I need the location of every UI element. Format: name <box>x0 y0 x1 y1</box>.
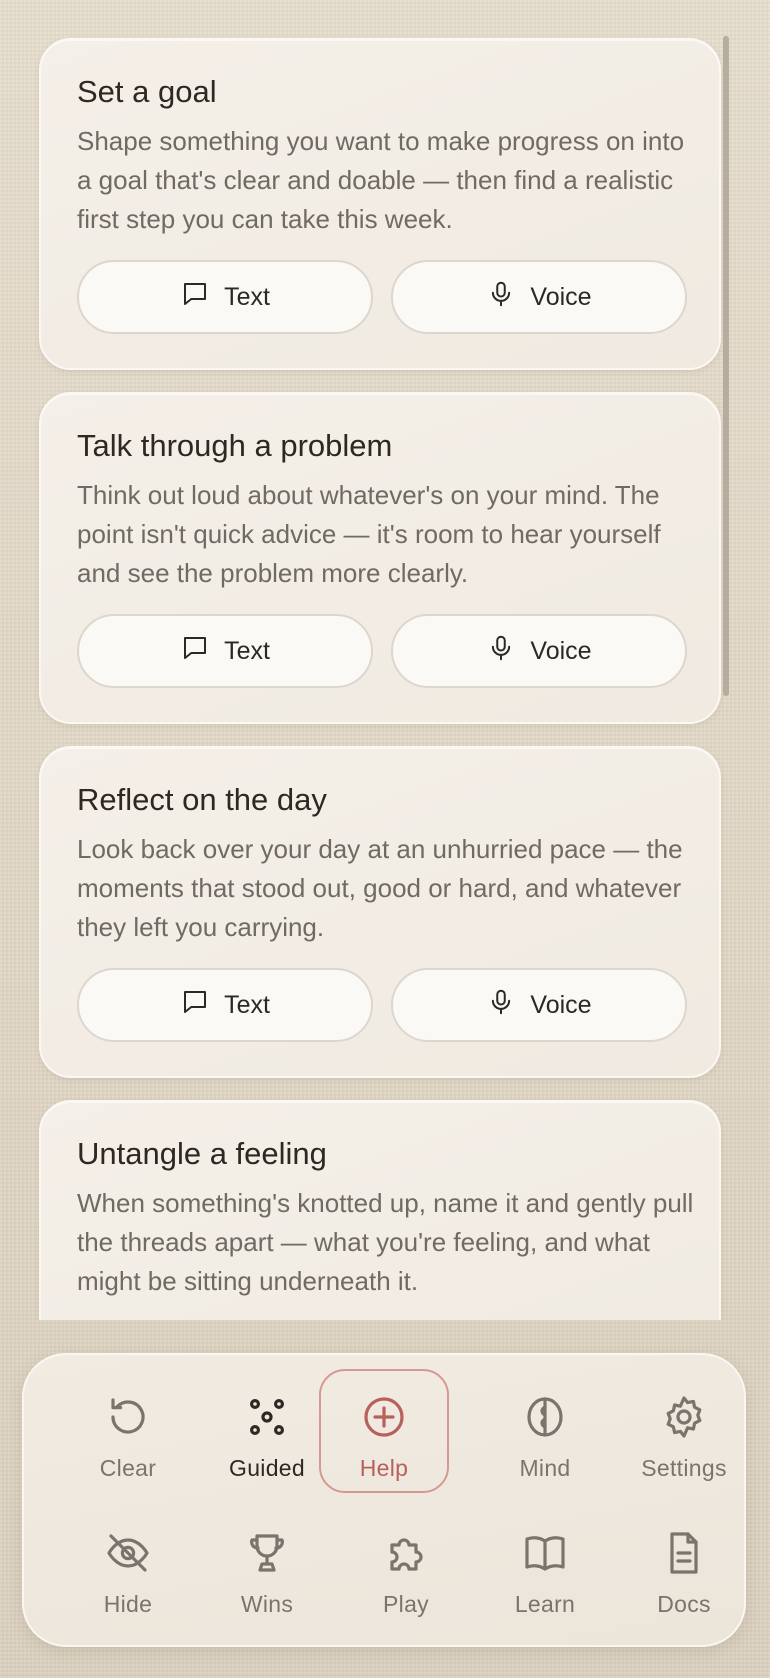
chat-bubble-icon <box>180 633 210 670</box>
text-button-label: Text <box>224 282 270 311</box>
card-set-a-goal: Set a goal Shape something you want to m… <box>39 38 721 370</box>
text-button[interactable]: Text <box>77 968 373 1042</box>
chat-bubble-icon <box>180 987 210 1024</box>
docs-button[interactable]: Docs <box>619 1511 749 1635</box>
voice-button-label: Voice <box>530 282 592 311</box>
microphone-icon <box>486 279 516 316</box>
bottom-dock: Clear Guided Help Mind Settings Hide Win… <box>22 1353 746 1647</box>
clear-button[interactable]: Clear <box>63 1375 193 1499</box>
guided-button[interactable]: Guided <box>202 1375 332 1499</box>
mind-button[interactable]: Mind <box>480 1375 610 1499</box>
card-description: When something's knotted up, name it and… <box>77 1188 694 1296</box>
learn-button[interactable]: Learn <box>480 1511 610 1635</box>
card-untangle-a-feeling: Untangle a feeling When something's knot… <box>39 1100 721 1320</box>
play-button[interactable]: Play <box>341 1511 471 1635</box>
dots-icon <box>243 1393 291 1441</box>
play-label: Play <box>383 1591 429 1617</box>
microphone-icon <box>486 987 516 1024</box>
voice-button[interactable]: Voice <box>391 968 687 1042</box>
wins-label: Wins <box>240 1591 294 1617</box>
trophy-icon <box>243 1529 291 1577</box>
card-description: Think out loud about whatever's on your … <box>77 480 661 588</box>
refresh-icon <box>104 1393 152 1441</box>
scrollbar[interactable] <box>723 36 729 696</box>
card-title: Reflect on the day <box>77 782 327 817</box>
eye-off-icon <box>104 1529 152 1577</box>
card-talk-through-a-problem: Talk through a problem Think out loud ab… <box>39 392 721 724</box>
document-icon <box>660 1529 708 1577</box>
voice-button-label: Voice <box>530 990 592 1019</box>
brain-icon <box>521 1393 569 1441</box>
card-title: Talk through a problem <box>77 428 393 463</box>
guided-label: Guided <box>229 1455 305 1481</box>
docs-label: Docs <box>657 1591 711 1617</box>
help-button[interactable]: Help <box>319 1369 449 1493</box>
plus-circle-icon <box>360 1393 408 1441</box>
text-button-label: Text <box>224 990 270 1019</box>
settings-label: Settings <box>641 1455 727 1481</box>
card-title: Untangle a feeling <box>77 1136 327 1171</box>
card-reflect-on-the-day: Reflect on the day Look back over your d… <box>39 746 721 1078</box>
guided-list[interactable]: Set a goal Shape something you want to m… <box>0 0 770 1320</box>
card-title: Set a goal <box>77 74 217 109</box>
hide-label: Hide <box>103 1591 153 1617</box>
mind-label: Mind <box>519 1455 571 1481</box>
voice-button-label: Voice <box>530 636 592 665</box>
puzzle-icon <box>382 1529 430 1577</box>
voice-button[interactable]: Voice <box>391 614 687 688</box>
learn-label: Learn <box>514 1591 576 1617</box>
chat-bubble-icon <box>180 279 210 316</box>
text-button[interactable]: Text <box>77 614 373 688</box>
gear-icon <box>660 1393 708 1441</box>
settings-button[interactable]: Settings <box>619 1375 749 1499</box>
card-description: Look back over your day at an unhurried … <box>77 834 683 942</box>
text-button[interactable]: Text <box>77 260 373 334</box>
wins-button[interactable]: Wins <box>202 1511 332 1635</box>
card-description: Shape something you want to make progres… <box>77 126 685 234</box>
voice-button[interactable]: Voice <box>391 260 687 334</box>
help-label: Help <box>359 1455 409 1481</box>
microphone-icon <box>486 633 516 670</box>
book-icon <box>521 1529 569 1577</box>
hide-button[interactable]: Hide <box>63 1511 193 1635</box>
text-button-label: Text <box>224 636 270 665</box>
clear-label: Clear <box>99 1455 157 1481</box>
